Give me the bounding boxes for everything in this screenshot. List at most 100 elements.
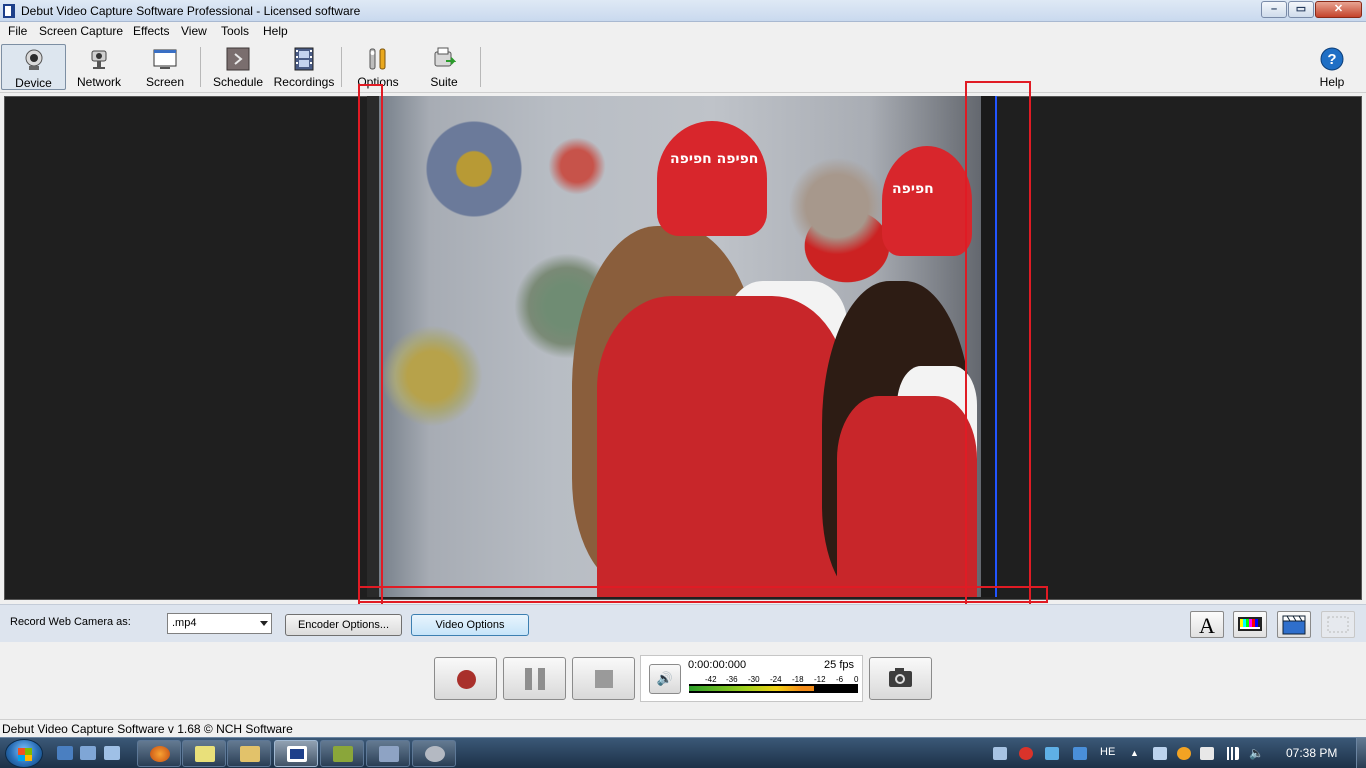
text-caption-button[interactable]: A: [1190, 611, 1224, 638]
status-bar: Debut Video Capture Software v 1.68 © NC…: [0, 719, 1366, 737]
minimize-button[interactable]: –: [1261, 1, 1287, 18]
overlay-button[interactable]: [1321, 611, 1355, 638]
wall-flower-decoration: [547, 131, 607, 201]
wall-flower-decoration: [377, 316, 487, 436]
taskbar-debut[interactable]: [274, 740, 318, 767]
help-label: Help: [1319, 75, 1345, 89]
screen-button[interactable]: Screen: [137, 44, 193, 90]
encoder-options-button[interactable]: Encoder Options...: [285, 614, 402, 636]
menu-screen-capture[interactable]: Screen Capture: [39, 24, 123, 38]
tray-update-icon[interactable]: [1177, 747, 1191, 760]
annotation-box-left: [358, 84, 383, 609]
taskbar-explorer[interactable]: [227, 740, 271, 767]
help-button[interactable]: ? Help: [1308, 44, 1356, 90]
girl-red-cap: [657, 121, 767, 236]
maximize-button[interactable]: ▭: [1288, 1, 1314, 18]
video-effects-button[interactable]: [1277, 611, 1311, 638]
tray-network-monitor-icon[interactable]: [1153, 747, 1167, 760]
menu-bar: File Screen Capture Effects View Tools H…: [0, 22, 1366, 41]
help-icon: ?: [1320, 47, 1344, 71]
schedule-label: Schedule: [212, 75, 264, 89]
film-icon: [294, 47, 314, 71]
teddy-bear-decoration: [787, 146, 887, 266]
show-desktop-quicklaunch-icon[interactable]: [57, 746, 73, 760]
pause-button[interactable]: [503, 657, 566, 700]
girl-red-dress: [837, 396, 977, 597]
menu-help[interactable]: Help: [263, 24, 288, 38]
db-scale: -42 -36 -30 -24 -18 -12 -6 0: [688, 675, 858, 684]
schedule-icon: [226, 47, 250, 71]
language-indicator[interactable]: HE: [1100, 746, 1115, 758]
toolbar: Device Network Screen Schedule Recording…: [0, 41, 1366, 93]
record-format-label: Record Web Camera as:: [10, 616, 131, 628]
stop-button[interactable]: [572, 657, 635, 700]
close-icon: ✕: [1333, 3, 1344, 15]
taskbar-firefox[interactable]: [137, 740, 181, 767]
show-desktop-button[interactable]: [1356, 738, 1366, 768]
signal-strength-icon[interactable]: [1225, 747, 1239, 760]
taskbar-media-app[interactable]: [320, 740, 364, 767]
network-label: Network: [76, 75, 121, 89]
folder-icon: [240, 746, 260, 762]
suite-button[interactable]: Suite: [416, 44, 472, 90]
tray-monitor-icon[interactable]: [993, 747, 1007, 760]
chevron-down-icon: [260, 621, 268, 626]
app-icon: [3, 4, 15, 18]
video-options-button[interactable]: Video Options: [411, 614, 529, 636]
taskbar-network-app[interactable]: [366, 740, 410, 767]
menu-view[interactable]: View: [181, 24, 207, 38]
volume-tray-icon[interactable]: 🔈: [1249, 747, 1264, 760]
taskbar-utility-app[interactable]: [412, 740, 456, 767]
cap-text: חפיפה חפיפה: [670, 151, 759, 167]
show-hidden-icons-chevron-icon[interactable]: ▲: [1130, 749, 1140, 758]
taskbar-notepad[interactable]: [182, 740, 226, 767]
db-tick: -36: [726, 675, 738, 684]
network-camera-icon: [91, 50, 107, 69]
db-tick: -6: [836, 675, 844, 684]
window-switcher-icon[interactable]: [80, 746, 96, 760]
menu-tools[interactable]: Tools: [221, 24, 249, 38]
taskbar: HE ▲ 🔈 07:38 PM: [0, 737, 1366, 768]
toolbar-separator: [200, 47, 201, 87]
menu-file[interactable]: File: [8, 24, 27, 38]
recordings-button[interactable]: Recordings: [272, 44, 336, 90]
close-button[interactable]: ✕: [1315, 1, 1362, 18]
girl-red-cap: [882, 146, 972, 256]
color-adjust-button[interactable]: [1233, 611, 1267, 638]
clapperboard-icon: [1282, 615, 1306, 635]
tray-power-icon[interactable]: [1019, 747, 1033, 760]
volume-button[interactable]: 🔊: [649, 664, 681, 694]
menu-effects[interactable]: Effects: [133, 24, 169, 38]
record-button[interactable]: [434, 657, 497, 700]
schedule-button[interactable]: Schedule: [208, 44, 268, 90]
speaker-icon: 🔊: [656, 671, 674, 686]
color-bars-icon: [1238, 617, 1262, 631]
wall-flower-decoration: [419, 114, 529, 224]
network-icon: [379, 746, 399, 762]
toolbar-separator: [341, 47, 342, 87]
svg-text:?: ?: [1327, 51, 1336, 68]
network-button[interactable]: Network: [70, 44, 128, 90]
screen-icon: [153, 49, 177, 69]
level-bar: [689, 684, 858, 693]
camera-icon: [889, 668, 912, 687]
suite-icon: [434, 47, 456, 67]
audio-level-meter: 🔊 0:00:00:000 25 fps -42 -36 -30 -24 -18…: [640, 655, 863, 702]
notepad-icon: [195, 746, 215, 762]
media-icon: [333, 746, 353, 762]
tray-power-plug-icon[interactable]: [1200, 747, 1214, 760]
db-tick: -12: [814, 675, 826, 684]
annotation-box-bottom: [358, 586, 1048, 603]
format-value: .mp4: [172, 617, 197, 629]
tray-display-icon[interactable]: [1073, 747, 1087, 760]
format-dropdown[interactable]: .mp4: [167, 613, 272, 634]
maximize-icon: ▭: [1295, 3, 1307, 15]
keyboard-icon[interactable]: [104, 746, 120, 760]
device-button[interactable]: Device: [1, 44, 66, 90]
taskbar-clock[interactable]: 07:38 PM: [1286, 746, 1337, 760]
tray-feather-icon[interactable]: [1045, 747, 1059, 760]
start-button[interactable]: [5, 739, 43, 768]
options-tools-icon: [369, 48, 386, 70]
db-tick: -24: [770, 675, 782, 684]
snapshot-button[interactable]: [869, 657, 932, 700]
